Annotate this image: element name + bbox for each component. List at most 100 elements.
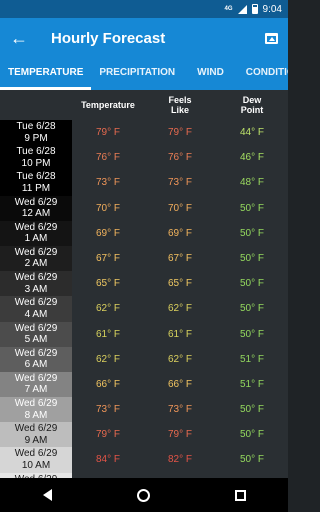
row-time: Wed 6/29 7 AM — [0, 371, 72, 398]
feels-like-value: 73° F — [144, 397, 216, 423]
dew-point-value: 50° F — [216, 220, 288, 246]
table-row: Wed 6/29 3 AM 65° F 65° F 50° F — [0, 271, 288, 297]
temperature-value: 70° F — [72, 195, 144, 221]
temperature-value: 66° F — [72, 371, 144, 398]
feels-like-value: 69° F — [144, 220, 216, 246]
dew-point-value: 50° F — [216, 245, 288, 272]
row-time: Wed 6/29 12 AM — [0, 195, 72, 221]
page-title: Hourly Forecast — [51, 29, 166, 47]
header-feels-like: Feels Like — [144, 90, 216, 120]
feels-like-value: 62° F — [144, 296, 216, 322]
temperature-value: 79° F — [72, 422, 144, 448]
dew-point-value: 48° F — [216, 170, 288, 196]
app-bar: ← Hourly Forecast — [0, 18, 288, 58]
header-dew-line2: Point — [240, 105, 264, 115]
feels-like-value: 79° F — [144, 422, 216, 448]
feels-like-value: 76° F — [144, 145, 216, 171]
header-dew-point: Dew Point — [216, 90, 288, 120]
header-feels-line1: Feels — [168, 95, 192, 105]
row-time: Wed 6/29 2 AM — [0, 245, 72, 272]
table-row: Tue 6/28 9 PM 79° F 79° F 44° F — [0, 120, 288, 146]
header-dew-line1: Dew — [242, 95, 262, 105]
dew-point-value: 50° F — [216, 447, 288, 473]
temperature-value: 62° F — [72, 346, 144, 372]
table-row: Wed 6/29 6 AM 62° F 62° F 51° F — [0, 346, 288, 372]
row-hour: 7 AM — [24, 384, 48, 396]
row-hour: 9 PM — [24, 132, 48, 144]
dew-point-value: 50° F — [216, 271, 288, 297]
temperature-value: 79° F — [72, 120, 144, 146]
row-day: Wed 6/29 — [14, 423, 58, 435]
dew-point-value: 50° F — [216, 321, 288, 347]
row-day: Wed 6/29 — [14, 448, 58, 460]
network-label: 4G — [224, 6, 233, 12]
row-time: Wed 6/29 3 AM — [0, 271, 72, 297]
table-row: Wed 6/29 8 AM 73° F 73° F 50° F — [0, 397, 288, 423]
temperature-value: 84° F — [72, 447, 144, 473]
temperature-value: 69° F — [72, 220, 144, 246]
row-hour: 10 PM — [21, 157, 51, 169]
share-icon — [264, 32, 278, 44]
row-day: Wed 6/29 — [14, 322, 58, 334]
tab-precipitation[interactable]: PRECIPITATION — [91, 58, 183, 90]
temperature-value: 67° F — [72, 245, 144, 272]
dew-point-value: 50° F — [216, 397, 288, 423]
nav-recents-icon[interactable] — [234, 489, 246, 501]
row-time: Tue 6/28 10 PM — [0, 145, 72, 171]
battery-icon — [251, 4, 258, 14]
forecast-table[interactable]: Tue 6/28 9 PM 79° F 79° F 44° F Tue 6/28 10 PM… — [0, 120, 288, 478]
row-day: Tue 6/28 — [16, 146, 56, 158]
table-row: Tue 6/28 11 PM 73° F 73° F 48° F — [0, 170, 288, 196]
row-time: Wed 6/29 8 AM — [0, 397, 72, 423]
arrow-back-icon[interactable]: ← — [0, 28, 38, 49]
table-row: Wed 6/29 7 AM 66° F 66° F 51° F — [0, 371, 288, 398]
feels-like-value: 79° F — [144, 120, 216, 146]
row-day: Wed 6/29 — [14, 398, 58, 410]
row-time: Wed 6/29 9 AM — [0, 422, 72, 448]
share-button[interactable] — [254, 32, 288, 44]
temperature-value: 73° F — [72, 170, 144, 196]
feels-like-value: 82° F — [144, 447, 216, 473]
feels-like-value: 67° F — [144, 245, 216, 272]
row-day: Tue 6/28 — [16, 171, 56, 183]
temperature-value: 65° F — [72, 271, 144, 297]
feels-like-value: 70° F — [144, 195, 216, 221]
tab-bar: TEMPERATURE PRECIPITATION WIND CONDITION… — [0, 58, 288, 90]
dew-point-value: 50° F — [216, 422, 288, 448]
row-hour: 5 AM — [24, 334, 48, 345]
row-hour: 8 AM — [24, 409, 48, 421]
tab-wind[interactable]: WIND — [183, 58, 238, 90]
header-temperature: Temperature — [81, 100, 135, 110]
dew-point-value: 50° F — [216, 195, 288, 221]
app-screen: 4G 9:04 ← Hourly Forecast TEMPERATURE PR… — [0, 0, 288, 512]
dew-point-value: 44° F — [216, 120, 288, 146]
row-day: Tue 6/28 — [16, 121, 56, 132]
tab-temperature[interactable]: TEMPERATURE — [0, 58, 92, 90]
row-time: Wed 6/29 4 AM — [0, 296, 72, 322]
tab-conditions[interactable]: CONDITIONS — [238, 58, 288, 90]
row-day: Wed 6/29 — [14, 297, 58, 309]
table-row: Wed 6/29 12 AM 70° F 70° F 50° F — [0, 195, 288, 221]
row-time: Wed 6/29 1 AM — [0, 220, 72, 246]
status-time: 9:04 — [262, 3, 282, 15]
row-day: Wed 6/29 — [14, 196, 58, 208]
nav-bar — [0, 478, 288, 512]
row-time: Wed 6/29 10 AM — [0, 447, 72, 473]
feels-like-value: 62° F — [144, 346, 216, 372]
row-hour: 2 AM — [24, 258, 48, 270]
table-row: Wed 6/29 4 AM 62° F 62° F 50° F — [0, 296, 288, 322]
row-time: Tue 6/28 9 PM — [0, 120, 72, 146]
row-hour: 11 PM — [21, 182, 51, 194]
table-row: Wed 6/29 10 AM 84° F 82° F 50° F — [0, 447, 288, 473]
nav-home-icon[interactable] — [136, 488, 150, 502]
row-hour: 10 AM — [21, 459, 51, 471]
row-time: Wed 6/29 5 AM — [0, 321, 72, 347]
dew-point-value: 51° F — [216, 346, 288, 372]
feels-like-value: 66° F — [144, 371, 216, 398]
nav-back-icon[interactable] — [42, 489, 52, 501]
table-row: Wed 6/29 9 AM 79° F 79° F 50° F — [0, 422, 288, 448]
temperature-value: 62° F — [72, 296, 144, 322]
feels-like-value: 61° F — [144, 321, 216, 347]
temperature-value: 61° F — [72, 321, 144, 347]
dew-point-value: 46° F — [216, 145, 288, 171]
